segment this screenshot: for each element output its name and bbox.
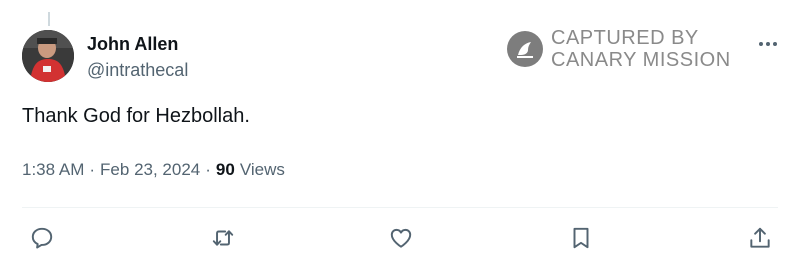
reply-button[interactable]	[28, 224, 56, 252]
tweet-time[interactable]: 1:38 AM	[22, 160, 84, 180]
bookmark-icon	[573, 227, 589, 249]
views-label: Views	[239, 160, 285, 179]
thread-connector-line	[48, 12, 50, 26]
reply-icon	[31, 227, 53, 249]
share-button[interactable]	[746, 224, 774, 252]
views-count: 90	[215, 160, 235, 179]
avatar-image	[22, 30, 74, 82]
retweet-icon	[212, 230, 234, 246]
author-display-name[interactable]: John Allen	[87, 34, 178, 55]
tweet-actions-bar	[22, 224, 778, 252]
meta-separator: ·	[205, 160, 211, 179]
canary-mission-watermark: CAPTURED BY CANARY MISSION	[507, 26, 731, 72]
watermark-line-1: CAPTURED BY	[551, 27, 699, 49]
watermark-line-2: CANARY MISSION	[551, 49, 731, 71]
author-handle[interactable]: @intrathecal	[87, 60, 188, 81]
meta-separator: ·	[89, 160, 96, 179]
canary-bird-icon	[507, 31, 543, 67]
divider	[22, 207, 778, 208]
tweet-text: Thank God for Hezbollah.	[22, 105, 250, 127]
share-icon	[750, 227, 770, 248]
more-options-button[interactable]	[756, 32, 780, 56]
tweet-meta: 1:38 AM · Feb 23, 2024 · 90 Views	[22, 160, 285, 180]
heart-icon	[390, 228, 412, 248]
like-button[interactable]	[387, 224, 415, 252]
retweet-button[interactable]	[209, 224, 237, 252]
avatar[interactable]	[22, 30, 74, 82]
tweet-date[interactable]: Feb 23, 2024	[100, 160, 200, 180]
bookmark-button[interactable]	[567, 224, 595, 252]
more-dots-icon	[759, 42, 777, 46]
